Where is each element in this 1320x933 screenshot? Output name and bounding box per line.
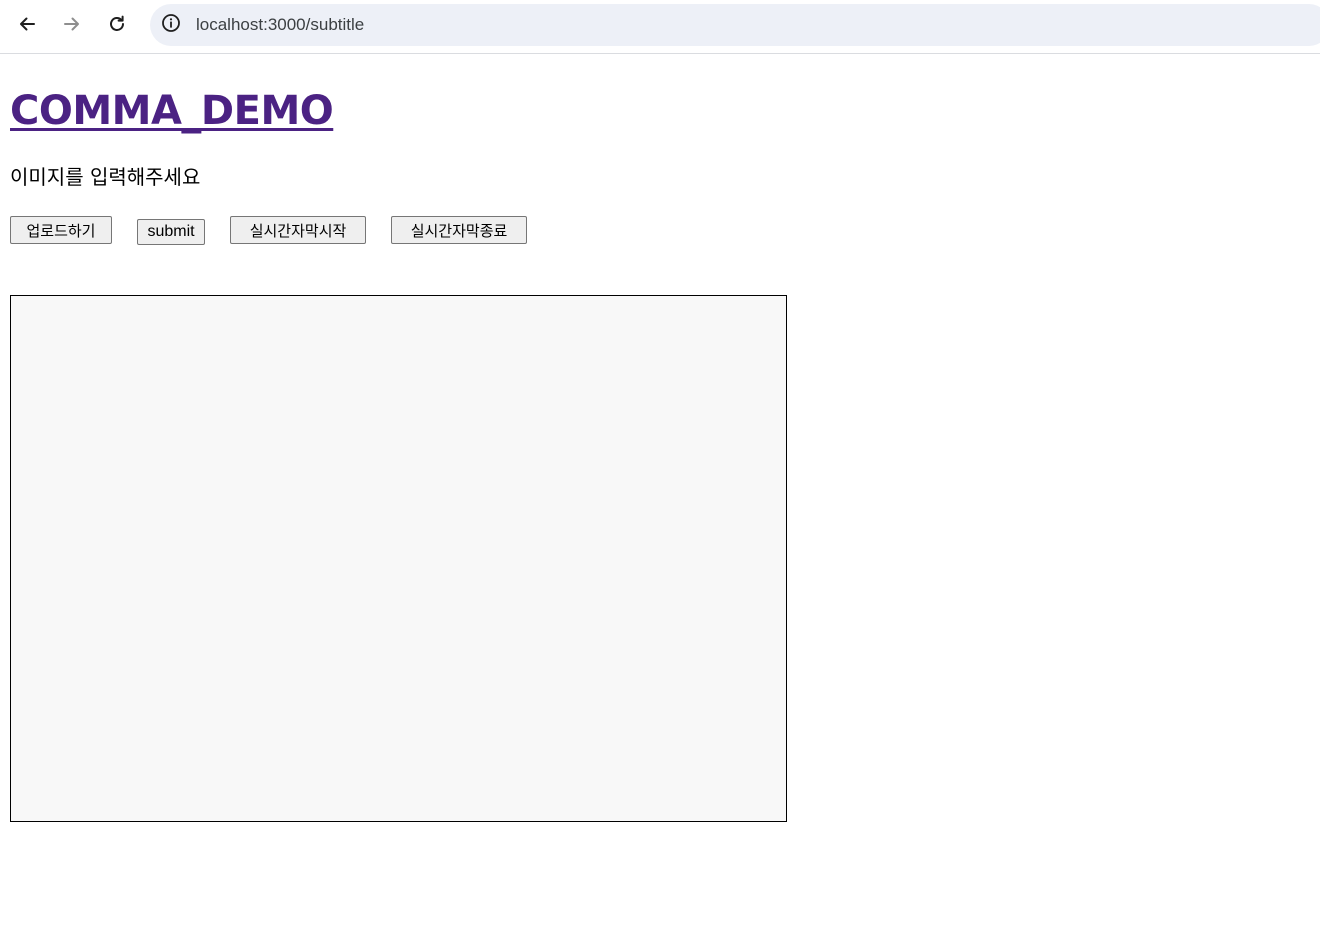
page-title-link[interactable]: COMMA_DEMO xyxy=(10,85,334,137)
url-text[interactable]: localhost:3000/subtitle xyxy=(196,15,364,35)
site-info-button[interactable] xyxy=(156,10,186,40)
image-canvas[interactable] xyxy=(10,295,787,822)
info-icon xyxy=(161,13,181,37)
address-bar[interactable]: localhost:3000/subtitle xyxy=(150,4,1320,46)
reload-button[interactable] xyxy=(100,7,134,41)
image-prompt-text: 이미지를 입력해주세요 xyxy=(10,165,201,189)
arrow-right-icon xyxy=(62,14,82,34)
live-subtitle-start-button[interactable]: 실시간자막시작 xyxy=(230,216,366,244)
reload-icon xyxy=(107,14,127,34)
arrow-left-icon xyxy=(17,14,37,34)
browser-toolbar: localhost:3000/subtitle xyxy=(0,0,1320,54)
back-button[interactable] xyxy=(10,7,44,41)
submit-button[interactable]: submit xyxy=(137,219,205,245)
forward-button[interactable] xyxy=(55,7,89,41)
upload-button[interactable]: 업로드하기 xyxy=(10,216,112,244)
live-subtitle-stop-button[interactable]: 실시간자막종료 xyxy=(391,216,527,244)
